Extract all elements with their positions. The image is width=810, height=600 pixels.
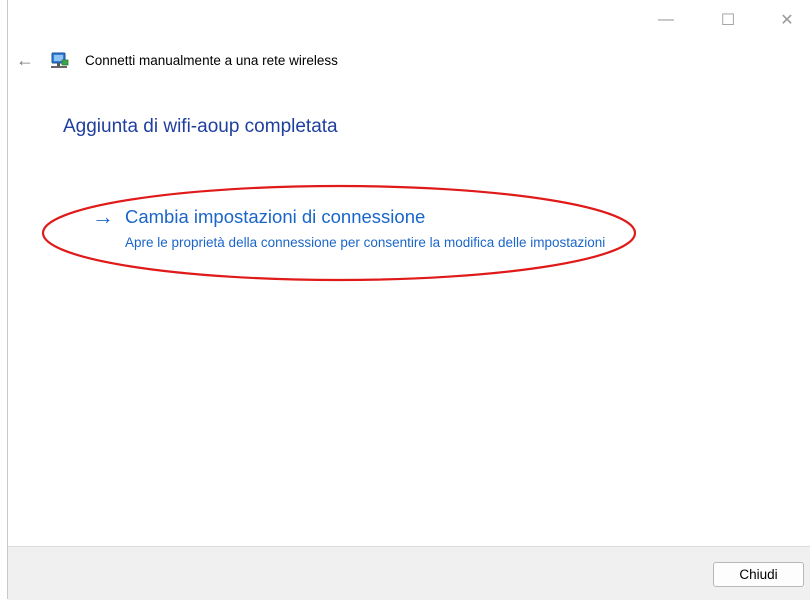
red-ellipse-annotation [41,184,637,282]
close-icon: ✕ [780,12,794,29]
network-wifi-icon [51,52,69,68]
page-heading: Aggiunta di wifi-aoup completata [63,116,338,137]
minimize-icon: — [658,11,674,28]
close-button[interactable]: Chiudi [713,562,804,587]
back-button[interactable]: ← [16,50,34,70]
maximize-button[interactable]: ☐ [716,9,740,31]
window-title: Connetti manualmente a una rete wireless [85,53,338,68]
dialog-footer [8,546,810,600]
minimize-button[interactable]: — [654,9,678,31]
arrow-left-icon: ← [16,50,34,70]
close-window-button[interactable]: ✕ [775,9,799,31]
maximize-icon: ☐ [720,12,736,29]
window-left-border [7,0,8,599]
